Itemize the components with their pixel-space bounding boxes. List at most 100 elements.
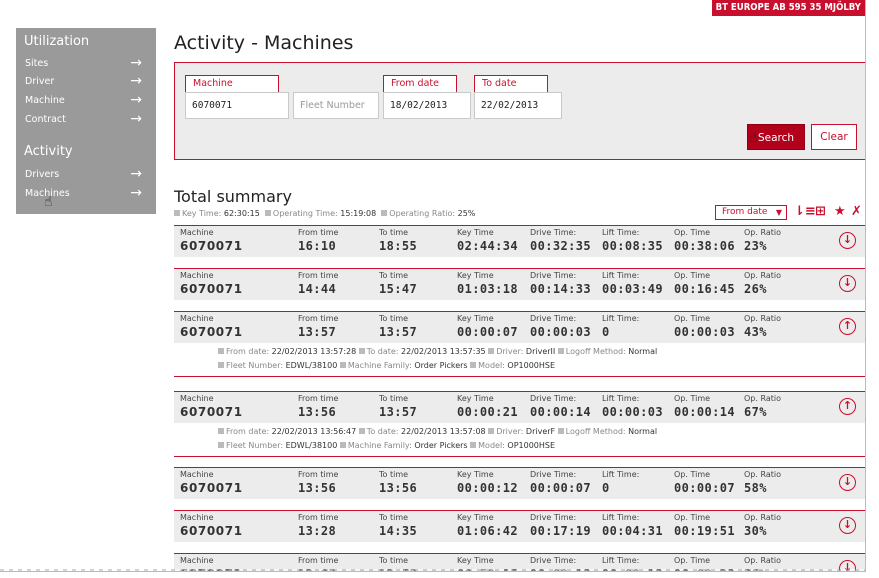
column-label: From time bbox=[298, 228, 339, 237]
cell-ratio: Op. Ratio 43% bbox=[744, 314, 781, 340]
column-label: Op. Time bbox=[674, 470, 711, 479]
bullet-icon bbox=[218, 362, 224, 368]
detail-value: Normal bbox=[628, 347, 658, 356]
cell-key: Key Time 00:00:07 bbox=[457, 314, 518, 340]
cell-value: 00:08:35 bbox=[602, 239, 663, 253]
operating-ratio-label: Operating Ratio: bbox=[389, 209, 456, 218]
sort-select[interactable]: From date ▼ bbox=[715, 205, 787, 220]
table-row: Machine 6070071 From time 13:56 To time 13:56… bbox=[174, 467, 865, 499]
column-label: Op. Ratio bbox=[744, 513, 781, 522]
column-label: From time bbox=[298, 556, 339, 565]
detail-value: EDWL/38100 bbox=[285, 441, 338, 450]
sidebar-item-contract[interactable]: Contract → bbox=[16, 111, 156, 129]
cell-value: 02:44:34 bbox=[457, 239, 518, 253]
clear-button[interactable]: Clear bbox=[811, 124, 857, 150]
arrow-right-icon: → bbox=[130, 185, 142, 201]
remove-star-icon[interactable]: ✗ bbox=[851, 204, 862, 219]
collapse-icon[interactable]: ↑ bbox=[839, 318, 856, 335]
column-label: From time bbox=[298, 513, 339, 522]
expand-icon[interactable]: ↓ bbox=[839, 517, 856, 534]
column-label: Key Time bbox=[457, 271, 494, 280]
from-date-label: From date bbox=[383, 75, 457, 93]
cell-value: 43% bbox=[744, 325, 767, 339]
detail-value: 22/02/2013 13:57:08 bbox=[401, 427, 486, 436]
cell-value: 00:00:03 bbox=[674, 325, 735, 339]
fleet-number-input[interactable]: Fleet Number bbox=[293, 92, 379, 119]
cell-value: 00:32:35 bbox=[530, 239, 591, 253]
detail-label: Fleet Number: bbox=[226, 441, 284, 450]
column-label: Op. Time bbox=[674, 394, 711, 403]
column-label: Op. Time bbox=[674, 271, 711, 280]
collapse-icon[interactable]: ↑ bbox=[839, 398, 856, 415]
column-label: Machine bbox=[180, 513, 214, 522]
cell-value: 00:04:31 bbox=[602, 524, 663, 538]
cell-from: From time 13:28 bbox=[298, 513, 338, 539]
sidebar-item-driver[interactable]: Driver → bbox=[16, 73, 156, 91]
table-row: Machine 6070071 From time 13:57 To time 13:57… bbox=[174, 311, 865, 377]
to-date-input[interactable]: 22/02/2013 bbox=[474, 92, 562, 119]
column-label: To time bbox=[379, 556, 409, 565]
column-label: Machine bbox=[180, 228, 214, 237]
column-label: Lift Time: bbox=[602, 470, 640, 479]
cell-drive: Drive Time: 00:00:14 bbox=[530, 394, 591, 420]
cell-value: 00:19:51 bbox=[674, 524, 735, 538]
machine-label: Machine bbox=[185, 75, 279, 93]
cell-to: To time 13:56 bbox=[379, 470, 417, 496]
from-date-input[interactable]: 18/02/2013 bbox=[383, 92, 471, 119]
column-label: Machine bbox=[180, 394, 214, 403]
detail-label: Logoff Method: bbox=[565, 347, 626, 356]
cell-machine: Machine 6070071 bbox=[180, 228, 243, 254]
detail-label: Model: bbox=[478, 441, 505, 450]
column-label: From time bbox=[298, 394, 339, 403]
detail-value: DriverF bbox=[525, 427, 556, 436]
bullet-icon bbox=[358, 348, 365, 354]
app-window: BT EUROPE AB 595 35 MJÖLBY Utilization S… bbox=[0, 0, 866, 572]
column-label: Drive Time: bbox=[530, 394, 577, 403]
row-detail-line: Fleet Number: EDWL/38100 Machine Family:… bbox=[218, 441, 555, 450]
cell-key: Key Time 00:00:21 bbox=[457, 394, 518, 420]
cell-value: 6070071 bbox=[180, 405, 243, 419]
cell-drive: Drive Time: 00:17:19 bbox=[530, 513, 591, 539]
detail-label: Driver: bbox=[496, 427, 524, 436]
cell-value: 30% bbox=[744, 524, 767, 538]
detail-label: Machine Family: bbox=[347, 361, 412, 370]
sidebar-item-machine[interactable]: Machine → bbox=[16, 92, 156, 110]
expand-icon[interactable]: ↓ bbox=[839, 474, 856, 491]
star-icon[interactable]: ★ bbox=[834, 204, 846, 219]
cell-value: 13:57 bbox=[298, 325, 337, 339]
machine-input[interactable]: 6070071 bbox=[185, 92, 289, 119]
table-row: Machine 6070071 From time 14:44 To time 15:47… bbox=[174, 268, 865, 300]
cell-drive: Drive Time: 00:32:35 bbox=[530, 228, 591, 254]
operating-time-value: 15:19:08 bbox=[340, 209, 377, 218]
column-label: Op. Ratio bbox=[744, 470, 781, 479]
bullet-icon bbox=[470, 362, 477, 368]
sort-order-icon[interactable]: ⇂≡ bbox=[794, 204, 816, 219]
bullet-icon bbox=[557, 348, 564, 354]
cell-ratio: Op. Ratio 26% bbox=[744, 271, 781, 297]
cell-op: Op. Time 00:19:51 bbox=[674, 513, 735, 539]
column-label: Drive Time: bbox=[530, 470, 577, 479]
table-row: Machine 6070071 From time 16:10 To time 18:55… bbox=[174, 225, 865, 257]
cell-value: 0 bbox=[602, 481, 610, 495]
column-label: From time bbox=[298, 470, 339, 479]
sidebar-item-sites[interactable]: Sites → bbox=[16, 55, 156, 73]
detail-value: Order Pickers bbox=[414, 361, 468, 370]
sidebar-item-machines[interactable]: Machines → bbox=[16, 185, 156, 203]
expand-icon[interactable]: ↓ bbox=[839, 275, 856, 292]
summary-stats: Key Time: 62:30:15 Operating Time: 15:19… bbox=[174, 209, 475, 218]
cell-lift: Lift Time: 00:00:03 bbox=[602, 394, 663, 420]
sort-select-value: From date bbox=[722, 207, 768, 217]
cell-from: From time 13:57 bbox=[298, 314, 338, 340]
sidebar-item-drivers[interactable]: Drivers → bbox=[16, 166, 156, 184]
sidebar: Utilization Sites → Driver → Machine → C… bbox=[16, 28, 156, 214]
cell-value: 00:00:03 bbox=[602, 405, 663, 419]
to-date-label: To date bbox=[474, 75, 548, 93]
add-icon[interactable]: ⊞ bbox=[815, 204, 826, 219]
row-detail-line: Fleet Number: EDWL/38100 Machine Family:… bbox=[218, 361, 555, 370]
expand-icon[interactable]: ↓ bbox=[839, 232, 856, 249]
cell-ratio: Op. Ratio 58% bbox=[744, 470, 781, 496]
column-label: Machine bbox=[180, 556, 214, 565]
bullet-icon bbox=[339, 362, 346, 368]
detail-label: Fleet Number: bbox=[226, 361, 284, 370]
bullet-icon bbox=[488, 348, 495, 354]
